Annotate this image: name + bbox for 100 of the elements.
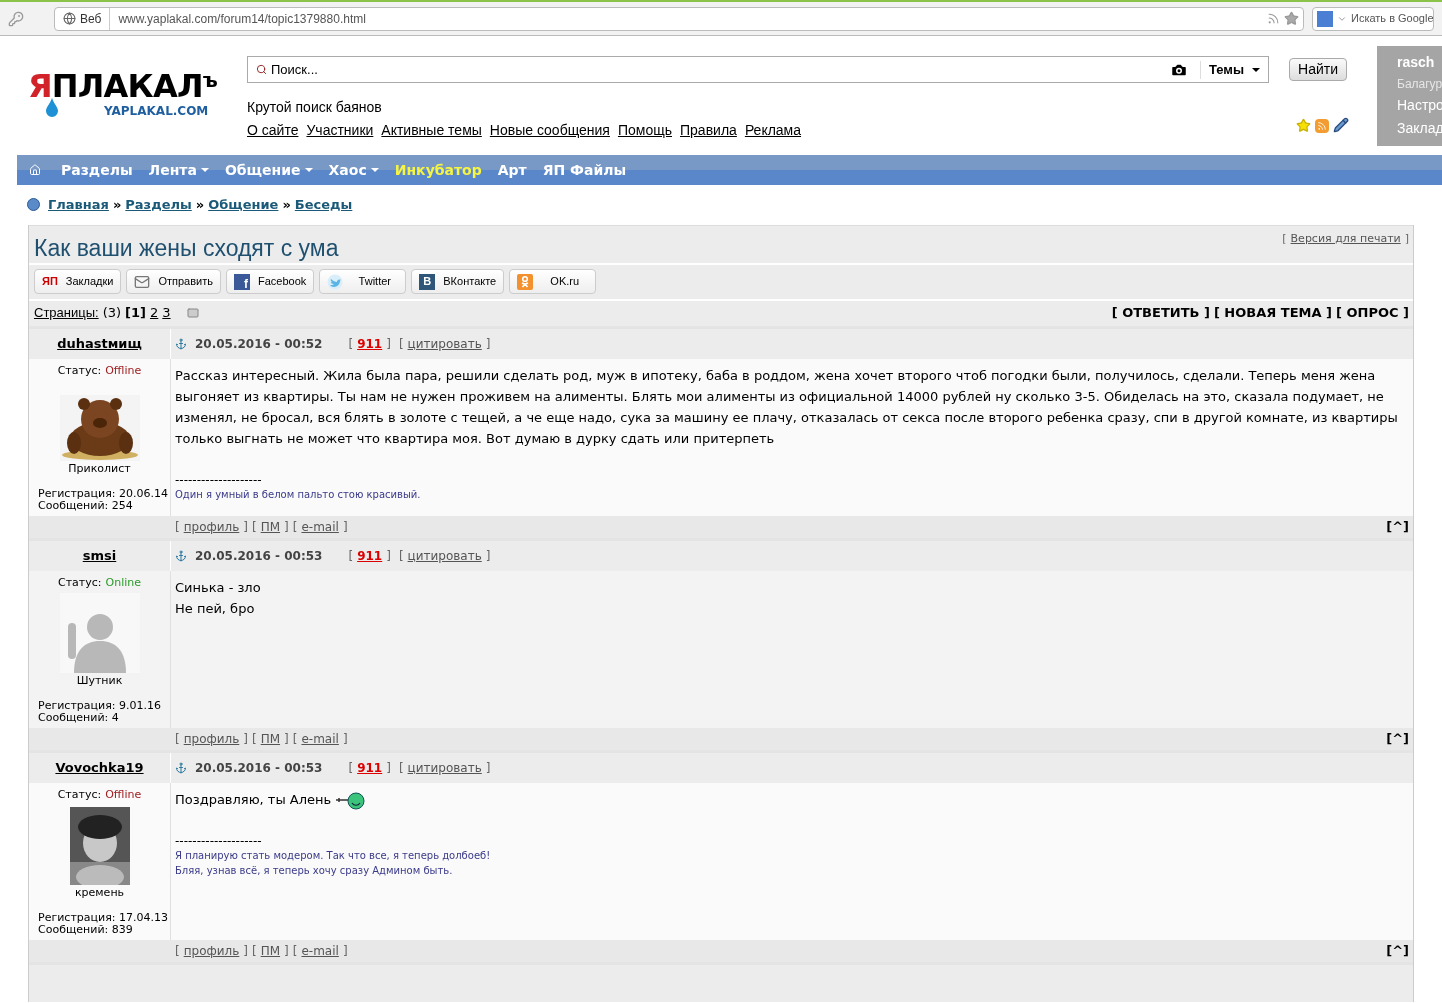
- pencil-icon[interactable]: [1333, 117, 1349, 133]
- post-number-link[interactable]: 911: [357, 758, 383, 777]
- breadcrumb-link[interactable]: Общение: [208, 195, 279, 215]
- share-button[interactable]: OK.ru: [509, 269, 597, 294]
- bracket: ]: [485, 759, 491, 777]
- registration-date: Регистрация: 9.01.16: [38, 699, 161, 712]
- user-rank: Шутник: [76, 673, 123, 689]
- profile-link[interactable]: e-mail: [301, 729, 339, 748]
- profile-link[interactable]: ПМ: [260, 517, 281, 536]
- share-button[interactable]: В ВКонтакте: [411, 269, 505, 294]
- post-date: 20.05.2016 - 00:53: [195, 759, 323, 777]
- breadcrumb-link[interactable]: Беседы: [294, 195, 353, 215]
- registration-date: Регистрация: 20.06.14: [38, 487, 168, 500]
- topic-action-link[interactable]: [ ОПРОС ]: [1336, 303, 1409, 323]
- nav-item[interactable]: Лента: [148, 159, 209, 181]
- bracket: [: [252, 942, 257, 960]
- header-link[interactable]: Правила: [680, 120, 737, 141]
- search-scope[interactable]: Темы: [1208, 59, 1245, 80]
- author-link[interactable]: Vovochka19: [55, 757, 144, 778]
- share-button[interactable]: ЯП Закладки: [34, 269, 122, 294]
- page-link[interactable]: [1]: [125, 303, 146, 323]
- logo-icon: ЯП: [42, 276, 58, 287]
- profile-link[interactable]: профиль: [183, 729, 240, 748]
- post-number-link[interactable]: 911: [357, 334, 383, 353]
- caret-icon: [1252, 67, 1261, 72]
- search-field[interactable]: Поиск... Темы: [247, 56, 1270, 83]
- breadcrumb-link[interactable]: Главная: [48, 195, 109, 215]
- search-tagline: Крутой поиск баянов: [247, 98, 383, 117]
- search-button[interactable]: Найти: [1289, 58, 1347, 81]
- globe-icon[interactable]: [63, 12, 76, 25]
- nav-item[interactable]: Арт: [497, 159, 527, 181]
- rss-icon[interactable]: [1315, 119, 1329, 133]
- header-link[interactable]: О сайте: [247, 120, 299, 141]
- profile-link[interactable]: ПМ: [260, 941, 281, 960]
- quote-link[interactable]: цитировать: [407, 758, 482, 777]
- search-field[interactable]: Искать в Google: [1312, 6, 1434, 31]
- profile-link[interactable]: ПМ: [260, 729, 281, 748]
- bracket: [: [252, 730, 257, 748]
- author-link[interactable]: duhastмищ: [57, 333, 142, 354]
- breadcrumb-link[interactable]: Разделы: [125, 195, 192, 215]
- signature-text: Я планирую стать модером. Так что все, я теперь долбоеб!: [175, 849, 492, 863]
- bracket: ]: [243, 730, 248, 748]
- breadcrumb-separator: »: [195, 196, 205, 214]
- nav-item[interactable]: Хаос: [328, 159, 379, 181]
- facebook-icon: f: [233, 273, 250, 290]
- header-link[interactable]: Реклама: [744, 120, 802, 141]
- pages-label[interactable]: Страницы:: [34, 303, 99, 323]
- share-button[interactable]: Twitter: [319, 269, 407, 294]
- nav-item[interactable]: Разделы: [61, 159, 133, 181]
- user-rank: Балагур: [1397, 76, 1442, 93]
- anchor-icon[interactable]: [175, 337, 187, 350]
- bracket: ]: [342, 942, 348, 960]
- profile-link[interactable]: e-mail: [301, 941, 339, 960]
- top-link[interactable]: [^]: [1386, 728, 1413, 749]
- top-link[interactable]: [^]: [1386, 516, 1413, 537]
- site-label: Веб: [80, 10, 102, 28]
- share-button[interactable]: f Facebook: [225, 269, 315, 294]
- star-icon[interactable]: [1284, 11, 1299, 26]
- topic-action-link[interactable]: [ НОВАЯ ТЕМА ]: [1213, 303, 1332, 323]
- print-version-link[interactable]: Версия для печати: [1290, 230, 1401, 247]
- profile-link[interactable]: профиль: [183, 517, 240, 536]
- quote-link[interactable]: цитировать: [407, 546, 482, 565]
- bracket: [: [398, 335, 404, 353]
- header-link[interactable]: Участники: [306, 120, 374, 141]
- profile-link[interactable]: e-mail: [301, 517, 339, 536]
- profile-link[interactable]: профиль: [183, 941, 240, 960]
- nav-item[interactable]: ЯП Файлы: [542, 159, 627, 181]
- bracket: ]: [284, 518, 289, 536]
- address-field[interactable]: Веб www.yaplakal.com/forum14/topic1379880.html: [54, 6, 1304, 31]
- smiley-icon: [335, 790, 366, 810]
- share-button[interactable]: Отправить: [126, 269, 221, 294]
- header-link[interactable]: Помощь: [617, 120, 672, 141]
- message-count: Сообщений: 4: [38, 711, 120, 724]
- anchor-icon[interactable]: [175, 549, 187, 562]
- signature-text: Бляя, узнав всё, я теперь хочу сразу Админом быть.: [175, 864, 454, 878]
- status-label: Статус:: [57, 786, 102, 803]
- header-link[interactable]: Новые сообщения: [489, 120, 610, 141]
- bracket: ]: [284, 942, 289, 960]
- key-icon[interactable]: [8, 10, 24, 27]
- topic-action-link[interactable]: [ ОТВЕТИТЬ ]: [1111, 303, 1210, 323]
- bracket: [: [252, 518, 257, 536]
- message-count: Сообщений: 839: [38, 923, 134, 936]
- bracket: ]: [386, 759, 391, 777]
- page-link[interactable]: 2: [150, 303, 159, 323]
- nav-item[interactable]: Общение: [224, 159, 313, 181]
- vk-icon: В: [419, 273, 436, 290]
- author-link[interactable]: smsi: [82, 545, 117, 566]
- bracket: ]: [1404, 230, 1409, 247]
- rss-icon[interactable]: [1267, 12, 1280, 25]
- page-link[interactable]: 3: [162, 303, 171, 323]
- anchor-icon[interactable]: [175, 761, 187, 774]
- post-date: 20.05.2016 - 00:52: [195, 335, 323, 353]
- home-icon[interactable]: [29, 164, 41, 176]
- top-link[interactable]: [^]: [1386, 940, 1413, 961]
- star-icon[interactable]: [1296, 118, 1311, 133]
- quote-link[interactable]: цитировать: [407, 334, 482, 353]
- user-rank: Приколист: [68, 461, 131, 477]
- post-number-link[interactable]: 911: [357, 546, 383, 565]
- breadcrumb-separator: »: [282, 196, 291, 214]
- header-link[interactable]: Активные темы: [381, 120, 482, 141]
